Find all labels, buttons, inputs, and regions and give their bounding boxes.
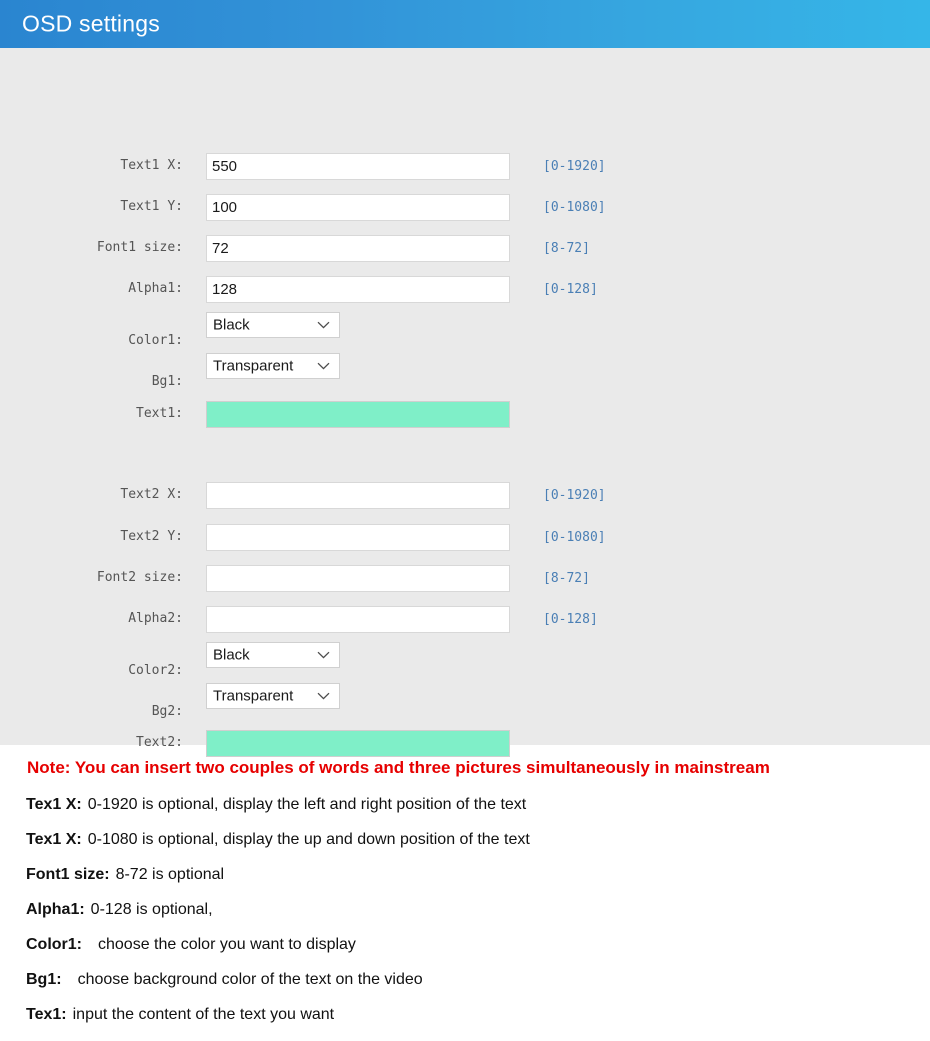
chevron-down-icon — [317, 651, 330, 659]
chevron-down-icon — [317, 362, 330, 370]
note-term: Tex1 X: — [26, 831, 82, 848]
label-text1x: Text1 X: — [120, 158, 183, 173]
note-description: 8-72 is optional — [115, 866, 225, 883]
note-term: Bg1: — [26, 971, 62, 988]
label-bg2: Bg2: — [151, 704, 183, 719]
page-title: OSD settings — [22, 10, 160, 37]
hint-text2y: [0-1080] — [543, 530, 606, 545]
label-text2y: Text2 Y: — [120, 529, 183, 544]
input-alpha2[interactable] — [206, 606, 510, 633]
select-value-color1: Black — [213, 316, 250, 334]
note-description: 0-1080 is optional, display the up and d… — [87, 831, 530, 848]
label-font2size: Font2 size: — [96, 570, 183, 585]
note-term: Tex1: — [26, 1006, 67, 1023]
note-line: Bg1: choose background color of the text … — [26, 971, 423, 989]
note-line: Tex1 X: 0-1080 is optional, display the u… — [26, 831, 530, 849]
note-description: 0-128 is optional, — [90, 901, 213, 918]
label-text2x: Text2 X: — [120, 487, 183, 502]
note-term: Tex1 X: — [26, 796, 82, 813]
hint-font2size: [8-72] — [543, 571, 590, 586]
note-description: choose the color you want to display — [98, 936, 356, 953]
select-bg1[interactable]: Transparent — [206, 353, 340, 379]
select-bg2[interactable]: Transparent — [206, 683, 340, 709]
note-line: Tex1: input the content of the text you w… — [26, 1006, 334, 1024]
label-color1: Color1: — [128, 333, 183, 348]
note-line: Tex1 X: 0-1920 is optional, display the l… — [26, 796, 526, 814]
note-term: Color1: — [26, 936, 82, 953]
input-text2[interactable] — [206, 730, 510, 757]
input-text1x[interactable] — [206, 153, 510, 180]
hint-font1size: [8-72] — [543, 241, 590, 256]
note-term: Alpha1: — [26, 901, 85, 918]
select-color2[interactable]: Black — [206, 642, 340, 668]
note-description: input the content of the text you want — [72, 1006, 335, 1023]
input-text1[interactable] — [206, 401, 510, 428]
hint-text2x: [0-1920] — [543, 488, 606, 503]
page-header: OSD settings — [0, 0, 930, 59]
label-text1y: Text1 Y: — [120, 199, 183, 214]
chevron-down-icon — [317, 692, 330, 700]
select-color1[interactable]: Black — [206, 312, 340, 338]
input-font1size[interactable] — [206, 235, 510, 262]
input-text1y[interactable] — [206, 194, 510, 221]
hint-text1x: [0-1920] — [543, 159, 606, 174]
label-text1: Text1: — [136, 406, 183, 421]
note-line: Color1: choose the color you want to disp… — [26, 936, 356, 954]
label-bg1: Bg1: — [151, 374, 183, 389]
hint-alpha1: [0-128] — [543, 282, 598, 297]
note-term: Font1 size: — [26, 866, 110, 883]
note-headline: Note: You can insert two couples of word… — [27, 758, 770, 777]
input-alpha1[interactable] — [206, 276, 510, 303]
note-line: Alpha1: 0-128 is optional, — [26, 901, 213, 919]
label-text2: Text2: — [136, 735, 183, 750]
hint-alpha2: [0-128] — [543, 612, 598, 627]
select-value-bg1: Transparent — [213, 357, 294, 375]
select-value-bg2: Transparent — [213, 687, 294, 705]
hint-text1y: [0-1080] — [543, 200, 606, 215]
input-text2y[interactable] — [206, 524, 510, 551]
note-description: choose background color of the text on t… — [77, 971, 423, 988]
note-line: Font1 size: 8-72 is optional — [26, 866, 224, 884]
note-description: 0-1920 is optional, display the left and… — [87, 796, 527, 813]
label-alpha2: Alpha2: — [128, 611, 183, 626]
osd-settings-panel: Text1 X: [0-1920] Text1 Y: [0-1080] Font1 si… — [0, 48, 930, 757]
input-font2size[interactable] — [206, 565, 510, 592]
label-alpha1: Alpha1: — [128, 281, 183, 296]
select-value-color2: Black — [213, 646, 250, 664]
input-text2x[interactable] — [206, 482, 510, 509]
label-font1size: Font1 size: — [96, 240, 183, 255]
label-color2: Color2: — [128, 663, 183, 678]
chevron-down-icon — [317, 321, 330, 329]
